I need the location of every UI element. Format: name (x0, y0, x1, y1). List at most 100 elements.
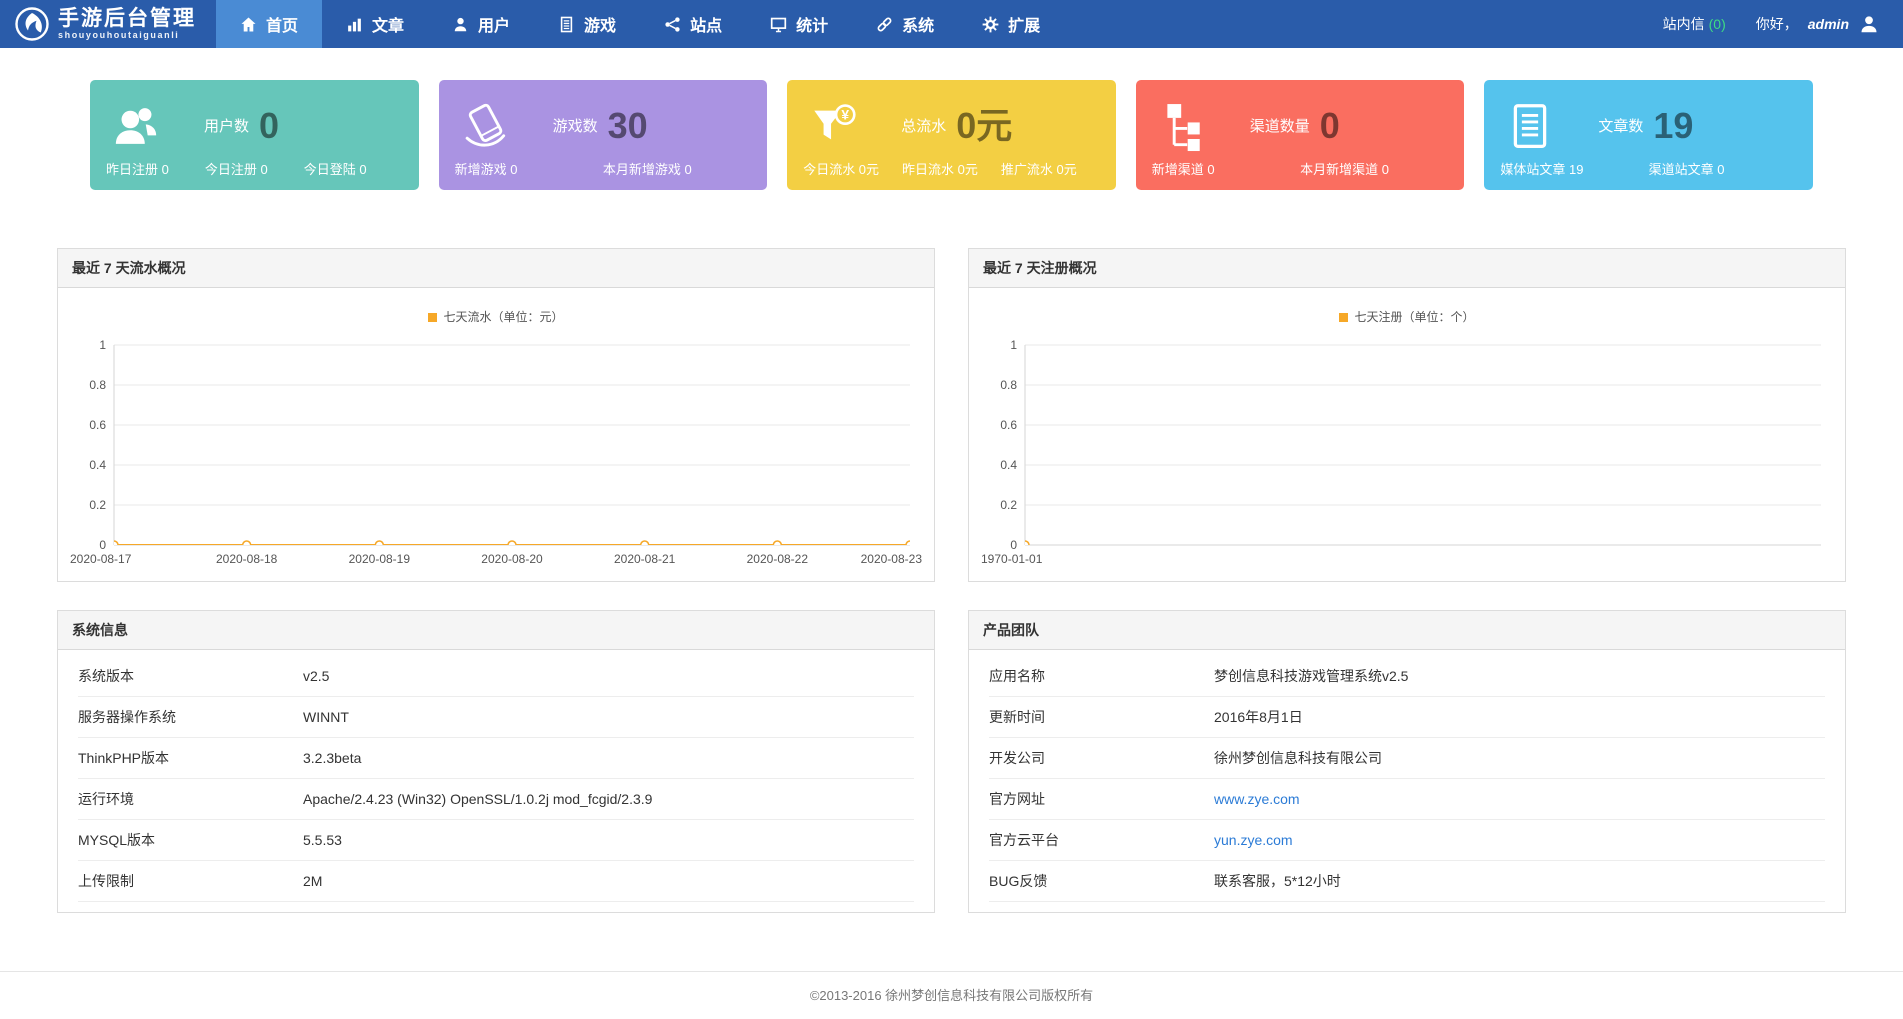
svg-text:0.8: 0.8 (1000, 378, 1017, 392)
nav-item-extend[interactable]: 扩展 (958, 0, 1064, 48)
svg-text:0: 0 (99, 538, 106, 552)
info-row-value: v2.5 (303, 668, 329, 684)
info-row-value: 联系客服，5*12小时 (1214, 871, 1341, 891)
info-row-label: 运行环境 (78, 789, 303, 809)
info-row: 更新时间2016年8月1日 (989, 697, 1825, 738)
nav-item-label: 首页 (266, 12, 298, 36)
card-value: 0 (1320, 108, 1340, 144)
card-sub-stat: 推广流水 0元 (1001, 159, 1100, 178)
barchart-icon (346, 16, 363, 33)
site-messages-button[interactable]: 站内信(0) (1663, 14, 1726, 34)
svg-text:2020-08-17: 2020-08-17 (70, 552, 132, 566)
svg-text:0.6: 0.6 (1000, 418, 1017, 432)
info-row-value: 3.2.3beta (303, 750, 361, 766)
document-icon (558, 16, 575, 33)
info-row-label: MYSQL版本 (78, 830, 303, 850)
card-main: 游戏数30 (455, 92, 752, 159)
brand-subtitle: shouyouhoutaiguanli (58, 30, 196, 40)
info-row: 运行环境Apache/2.4.23 (Win32) OpenSSL/1.0.2j… (78, 779, 914, 820)
nav-item-home[interactable]: 首页 (216, 0, 322, 48)
svg-text:2020-08-23: 2020-08-23 (861, 552, 923, 566)
person-icon (452, 16, 469, 33)
info-row: ThinkPHP版本3.2.3beta (78, 738, 914, 779)
nav-item-article[interactable]: 文章 (322, 0, 428, 48)
legend-label: 七天注册（单位：个） (1354, 310, 1474, 324)
info-row-label: 开发公司 (989, 748, 1214, 768)
legend-swatch-icon (1339, 313, 1348, 322)
card-sub-stat: 媒体站文章 19 (1500, 159, 1648, 178)
revenue-chart-legend[interactable]: 七天流水（单位：元） (68, 298, 924, 337)
card-value: 0 (259, 108, 279, 144)
user-menu[interactable]: 你好，admin (1756, 14, 1879, 34)
username: admin (1808, 16, 1849, 32)
top-navbar: 手游后台管理 shouyouhoutaiguanli 首页文章 用户游戏 站点统计 系… (0, 0, 1903, 48)
svg-text:0.4: 0.4 (1000, 458, 1017, 472)
card-sub-stat: 新增渠道 0 (1152, 159, 1300, 178)
card-sub-stat: 本月新增渠道 0 (1300, 159, 1448, 178)
external-link[interactable]: www.zye.com (1214, 791, 1300, 807)
gear-icon (982, 16, 999, 33)
svg-text:1970-01-01: 1970-01-01 (981, 552, 1043, 566)
nav-item-system[interactable]: 系统 (852, 0, 958, 48)
info-row: 上传限制2M (78, 861, 914, 902)
users-icon (110, 100, 162, 152)
system-info-title: 系统信息 (58, 611, 934, 650)
phoenix-logo-icon (14, 6, 50, 42)
nav-item-stats[interactable]: 统计 (746, 0, 852, 48)
register-line-chart: 00.20.40.60.811970-01-01 (979, 337, 1835, 573)
svg-text:¥: ¥ (842, 106, 850, 122)
nav-item-site[interactable]: 站点 (640, 0, 746, 48)
home-icon (240, 16, 257, 33)
footer: ©2013-2016 徐州梦创信息科技有限公司版权所有 (0, 971, 1903, 1019)
card-label: 渠道数量 (1250, 115, 1310, 136)
nav-menu: 首页文章 用户游戏 站点统计 系统 扩展 (216, 0, 1064, 48)
card-main: ¥总流水0元 (803, 92, 1100, 159)
info-row-label: 官方云平台 (989, 830, 1214, 850)
info-row: 系统版本v2.5 (78, 656, 914, 697)
card-sub-stat: 渠道站文章 0 (1649, 159, 1797, 178)
card-label: 游戏数 (553, 115, 598, 136)
nav-item-label: 系统 (902, 12, 934, 36)
svg-text:0.4: 0.4 (89, 458, 106, 472)
card-label: 文章数 (1598, 115, 1643, 136)
nav-item-label: 用户 (478, 12, 510, 36)
info-row-value: 梦创信息科技游戏管理系统v2.5 (1214, 666, 1408, 686)
card-sub-stat: 今日登陆 0 (304, 159, 403, 178)
stat-card-users: 用户数0昨日注册 0今日注册 0今日登陆 0 (90, 80, 419, 190)
stat-card-channels: 渠道数量 0 新增渠道 0本月新增渠道 0 (1136, 80, 1465, 190)
info-panels-row: 系统信息 系统版本v2.5服务器操作系统WINNTThinkPHP版本3.2.3… (0, 610, 1903, 913)
monitor-icon (770, 16, 787, 33)
info-row: 官方网址www.zye.com (989, 779, 1825, 820)
funnel-yuan-icon: ¥ (807, 100, 859, 152)
system-info-panel: 系统信息 系统版本v2.5服务器操作系统WINNTThinkPHP版本3.2.3… (57, 610, 935, 913)
info-row-value: 5.5.53 (303, 832, 342, 848)
info-row-label: BUG反馈 (989, 871, 1214, 891)
card-sub-stat: 本月新增游戏 0 (603, 159, 751, 178)
nav-item-label: 站点 (690, 12, 722, 36)
info-row-label: 上传限制 (78, 871, 303, 891)
product-team-title: 产品团队 (969, 611, 1845, 650)
svg-text:0.2: 0.2 (89, 498, 106, 512)
nav-item-label: 扩展 (1008, 12, 1040, 36)
product-team-panel: 产品团队 应用名称梦创信息科技游戏管理系统v2.5更新时间2016年8月1日开发… (968, 610, 1846, 913)
nav-item-user[interactable]: 用户 (428, 0, 534, 48)
brand-logo[interactable]: 手游后台管理 shouyouhoutaiguanli (0, 0, 216, 48)
svg-text:2020-08-21: 2020-08-21 (614, 552, 676, 566)
register-chart-body: 七天注册（单位：个） 00.20.40.60.811970-01-01 (969, 288, 1845, 581)
legend-label: 七天流水（单位：元） (443, 310, 563, 324)
share-icon (664, 16, 681, 33)
nav-item-game[interactable]: 游戏 (534, 0, 640, 48)
navbar-right: 站内信(0) 你好，admin (1663, 0, 1903, 48)
external-link[interactable]: yun.zye.com (1214, 832, 1293, 848)
card-main: 文章数19 (1500, 92, 1797, 159)
svg-text:0.8: 0.8 (89, 378, 106, 392)
register-chart-legend[interactable]: 七天注册（单位：个） (979, 298, 1835, 337)
svg-text:1: 1 (99, 338, 106, 352)
site-messages-count: (0) (1709, 16, 1726, 32)
revenue-chart-body: 七天流水（单位：元） 00.20.40.60.812020-08-172020-… (58, 288, 934, 581)
site-messages-label: 站内信 (1663, 16, 1705, 32)
info-row-label: ThinkPHP版本 (78, 748, 303, 768)
svg-text:2020-08-18: 2020-08-18 (216, 552, 278, 566)
user-avatar-icon[interactable] (1859, 14, 1879, 34)
stat-card-games: 游戏数30新增游戏 0本月新增游戏 0 (439, 80, 768, 190)
